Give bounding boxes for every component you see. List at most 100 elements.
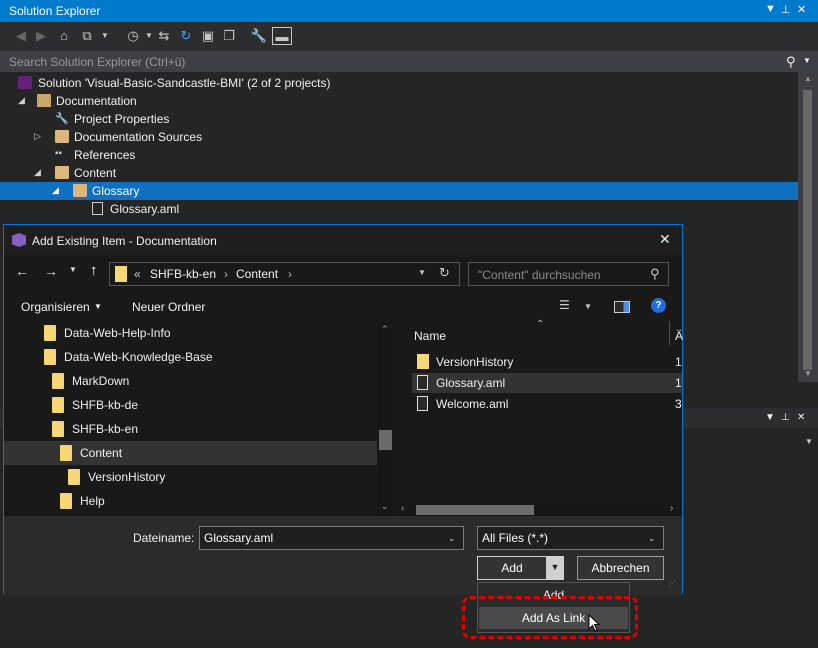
nav-item[interactable]: Help — [4, 489, 377, 513]
add-split-button[interactable]: Add ▼ — [477, 556, 564, 580]
tree-row-solution[interactable]: Solution 'Visual-Basic-Sandcastle-BMI' (… — [0, 74, 798, 92]
mouse-cursor-icon — [588, 614, 601, 632]
folder-icon — [52, 397, 64, 413]
search-icon[interactable]: ⚲ — [786, 54, 796, 70]
chevron-down-icon[interactable]: ▼ — [803, 56, 811, 65]
help-icon[interactable]: ? — [651, 298, 666, 313]
pin-icon[interactable]: ⊥ — [781, 412, 790, 423]
tree-row-properties[interactable]: 🔧 Project Properties — [0, 110, 798, 128]
tree-row-references[interactable]: ▪▪ References — [0, 146, 798, 164]
chevron-down-icon[interactable]: ▼ — [546, 556, 564, 580]
resize-grip-icon[interactable]: ⋰ — [668, 579, 676, 588]
sort-indicator-icon: ⌃ — [536, 319, 545, 330]
file-row[interactable]: VersionHistory 1 — [412, 352, 682, 372]
file-icon — [417, 396, 428, 411]
expanded-arrow-icon[interactable]: ◢ — [18, 95, 25, 106]
address-bar[interactable]: « SHFB-kb-en › Content › ▼ ↻ — [109, 262, 460, 286]
chevron-down-icon[interactable]: ▼ — [94, 302, 102, 311]
nav-item-label: Data-Web-Knowledge-Base — [64, 350, 213, 364]
scroll-right-icon[interactable]: › — [670, 503, 673, 514]
dropdown-icon[interactable]: ▼ — [765, 3, 776, 15]
nav-scrollbar[interactable]: ⌃ ⌄ — [377, 321, 394, 516]
tree-row-content[interactable]: ◢ Content — [0, 164, 798, 182]
up-arrow-icon[interactable]: ↑ — [90, 262, 98, 279]
dialog-search-box[interactable]: "Content" durchsuchen ⚲ — [468, 262, 669, 286]
show-all-files-icon[interactable]: ❐ — [220, 27, 238, 45]
scroll-down-icon[interactable]: ⌄ — [381, 501, 389, 512]
expanded-arrow-icon[interactable]: ◢ — [52, 185, 59, 196]
refresh-icon[interactable]: ↻ — [177, 27, 195, 45]
chevron-down-icon[interactable]: ▼ — [96, 27, 114, 45]
tree-scrollbar[interactable]: ▲ ▼ — [798, 72, 818, 382]
file-type-select[interactable]: All Files (*.*) ⌄ — [477, 526, 664, 550]
scroll-thumb[interactable] — [379, 430, 392, 450]
column-divider[interactable] — [669, 321, 670, 345]
close-icon[interactable]: ✕ — [797, 3, 806, 16]
switch-views-icon[interactable]: ⧉ — [78, 27, 96, 45]
nav-item[interactable]: MarkDown — [4, 369, 377, 393]
breadcrumb-item[interactable]: SHFB-kb-en — [150, 267, 216, 281]
properties-wrench-icon[interactable]: 🔧 — [250, 27, 268, 45]
breadcrumb-item[interactable]: Content — [236, 267, 278, 281]
chevron-down-icon[interactable]: ⌄ — [448, 533, 456, 544]
scroll-up-icon[interactable]: ⌃ — [381, 324, 389, 335]
nav-item-label: Data-Web-Help-Info — [64, 326, 171, 340]
scroll-left-icon[interactable]: ‹ — [401, 503, 404, 514]
chevron-down-icon[interactable]: ▼ — [69, 265, 77, 274]
nav-item-selected[interactable]: Content — [4, 441, 377, 465]
sync-icon[interactable]: ⇆ — [155, 27, 173, 45]
search-input[interactable]: Search Solution Explorer (Ctrl+ü) — [9, 55, 185, 69]
refresh-icon[interactable]: ↻ — [439, 265, 450, 281]
new-folder-button[interactable]: Neuer Ordner — [132, 300, 205, 314]
pin-icon[interactable]: ⊥ — [781, 3, 791, 16]
dialog-title-bar: Add Existing Item - Documentation ✕ — [4, 225, 682, 255]
breadcrumb-overflow[interactable]: « — [134, 267, 141, 281]
nav-item[interactable]: VersionHistory — [4, 465, 377, 489]
preview-pane-icon[interactable] — [614, 301, 630, 313]
nav-item[interactable]: Data-Web-Help-Info — [4, 321, 377, 345]
tree-row-glossary-aml[interactable]: Glossary.aml — [0, 200, 798, 218]
search-input[interactable]: "Content" durchsuchen — [478, 268, 601, 282]
expanded-arrow-icon[interactable]: ◢ — [34, 167, 41, 178]
collapsed-arrow-icon[interactable]: ▷ — [34, 131, 41, 142]
nav-item[interactable]: Data-Web-Knowledge-Base — [4, 345, 377, 369]
dropdown-icon[interactable]: ▼ — [765, 412, 775, 423]
close-icon[interactable]: ✕ — [659, 231, 671, 248]
column-header-date[interactable]: Ä — [675, 329, 683, 343]
collapse-all-icon[interactable]: ▣ — [199, 27, 217, 45]
folder-icon — [44, 325, 56, 341]
add-button[interactable]: Add — [478, 557, 546, 579]
organize-button[interactable]: Organisieren — [21, 300, 90, 314]
scroll-down-icon[interactable]: ▼ — [804, 369, 812, 378]
tree-row-glossary[interactable]: ◢ Glossary — [0, 182, 798, 200]
command-bar: Organisieren ▼ Neuer Ordner ☰ ▼ ? — [4, 293, 682, 321]
filename-field[interactable]: Glossary.aml ⌄ — [199, 526, 464, 550]
chevron-down-icon[interactable]: ⌄ — [648, 533, 656, 544]
tree-row-doc-sources[interactable]: ▷ Documentation Sources — [0, 128, 798, 146]
search-icon[interactable]: ⚲ — [650, 266, 660, 282]
nav-item[interactable]: SHFB-kb-de — [4, 393, 377, 417]
home-icon[interactable]: ⌂ — [55, 27, 73, 45]
back-arrow-icon[interactable]: ← — [15, 263, 29, 279]
preview-icon[interactable]: ▬ — [272, 27, 292, 45]
forward-icon[interactable]: ▶ — [32, 27, 50, 45]
forward-arrow-icon[interactable]: → — [44, 263, 58, 279]
file-name: Glossary.aml — [436, 376, 506, 390]
scroll-thumb[interactable] — [803, 90, 812, 370]
view-options-icon[interactable]: ☰ — [559, 298, 570, 312]
file-row-selected[interactable]: Glossary.aml 1 — [412, 373, 682, 393]
solution-explorer-search[interactable]: Search Solution Explorer (Ctrl+ü) ⚲ ▼ — [0, 50, 818, 72]
back-icon[interactable]: ◀ — [12, 27, 30, 45]
close-icon[interactable]: ✕ — [797, 412, 805, 423]
file-row[interactable]: Welcome.aml 3 — [412, 394, 682, 414]
tree-row-project[interactable]: ◢ Documentation — [0, 92, 798, 110]
chevron-down-icon[interactable]: ▼ — [584, 302, 592, 311]
cancel-button[interactable]: Abbrechen — [577, 556, 664, 580]
scroll-thumb[interactable] — [416, 505, 534, 515]
scroll-up-icon[interactable]: ▲ — [804, 74, 812, 83]
nav-item[interactable]: SHFB-kb-en — [4, 417, 377, 441]
chevron-down-icon[interactable]: ▼ — [805, 437, 813, 446]
file-date: 3 — [675, 397, 682, 411]
chevron-down-icon[interactable]: ▼ — [418, 268, 426, 277]
column-header-name[interactable]: Name — [414, 329, 446, 343]
